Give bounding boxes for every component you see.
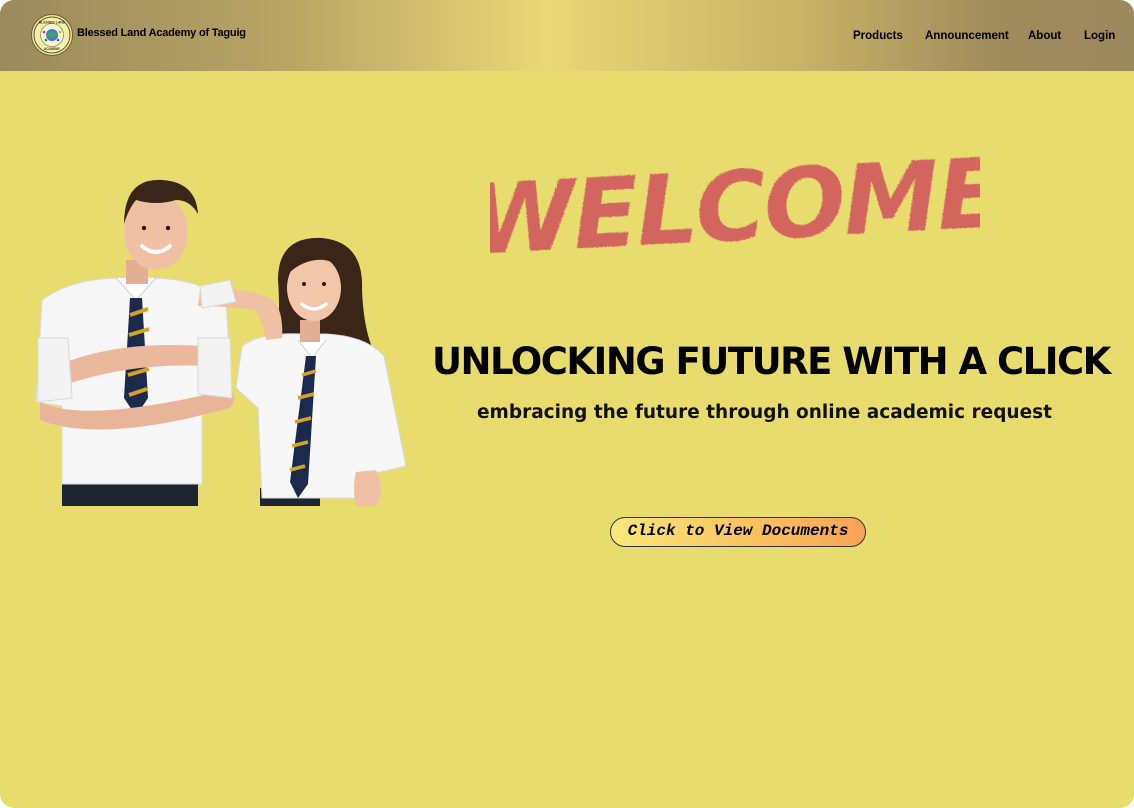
hero-headline: UNLOCKING FUTURE WITH A CLICK xyxy=(432,340,1111,383)
brand-name[interactable]: Blessed Land Academy of Taguig xyxy=(77,27,246,39)
nav-products-link[interactable]: Products xyxy=(853,30,903,42)
welcome-heading: WELCOME xyxy=(490,140,980,270)
svg-text:WELCOME: WELCOME xyxy=(490,140,980,270)
student-boy-figure xyxy=(35,179,234,506)
nav-announcement-link[interactable]: Announcement xyxy=(925,30,1009,42)
nav-about-link[interactable]: About xyxy=(1028,30,1061,42)
svg-text:ACADEMY: ACADEMY xyxy=(44,47,61,51)
app-window: BLESSED LAND ACADEMY Blessed Land Academ… xyxy=(0,0,1134,808)
top-navbar: BLESSED LAND ACADEMY Blessed Land Academ… xyxy=(0,0,1134,71)
hero-students-image xyxy=(30,170,420,510)
school-seal-icon: BLESSED LAND ACADEMY xyxy=(33,16,71,54)
nav-login-link[interactable]: Login xyxy=(1084,30,1115,42)
school-logo[interactable]: BLESSED LAND ACADEMY xyxy=(31,14,73,56)
hero-subheadline: embracing the future through online acad… xyxy=(477,402,1053,423)
svg-text:BLESSED LAND: BLESSED LAND xyxy=(39,21,66,25)
view-documents-button[interactable]: Click to View Documents xyxy=(610,517,866,547)
